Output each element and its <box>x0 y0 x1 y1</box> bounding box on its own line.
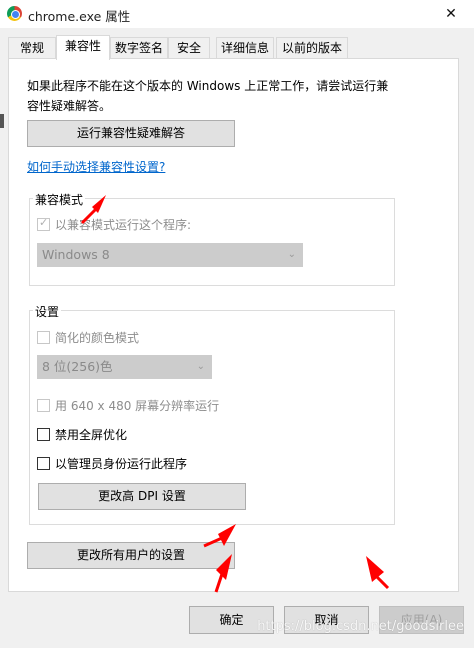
check-mark-icon: ✓ <box>39 216 49 229</box>
change-high-dpi-button[interactable]: 更改高 DPI 设置 <box>38 483 246 510</box>
manual-settings-link[interactable]: 如何手动选择兼容性设置? <box>27 158 165 175</box>
run-troubleshooter-button[interactable]: 运行兼容性疑难解答 <box>27 120 235 147</box>
annotation-arrow-icon <box>80 195 106 225</box>
res-640-label: 用 640 x 480 屏幕分辨率运行 <box>55 399 220 413</box>
intro-line-1: 如果此程序不能在这个版本的 Windows 上正常工作，请尝试运行兼 <box>27 79 389 93</box>
tab-general[interactable]: 常规 <box>8 37 56 59</box>
annotation-arrow-icon <box>366 556 390 590</box>
annotation-arrow-icon <box>214 554 232 593</box>
os-version-select[interactable]: Windows 8 ⌄ <box>37 243 303 267</box>
close-button[interactable]: ✕ <box>428 0 474 28</box>
tab-security[interactable]: 安全 <box>168 37 210 59</box>
color-mode-value: 8 位(256)色 <box>42 359 113 374</box>
tab-digital-signatures[interactable]: 数字签名 <box>110 37 168 59</box>
tab-previous-versions[interactable]: 以前的版本 <box>276 37 348 59</box>
reduced-color-checkbox[interactable] <box>37 331 50 344</box>
reduced-color-label: 简化的颜色模式 <box>55 331 140 345</box>
run-as-admin-label: 以管理员身份运行此程序 <box>55 457 188 471</box>
settings-group-label: 设置 <box>33 303 62 320</box>
window-title: chrome.exe 属性 <box>28 9 131 24</box>
chevron-down-icon: ⌄ <box>287 249 296 260</box>
background-window-edge <box>0 114 4 128</box>
color-mode-select[interactable]: 8 位(256)色 ⌄ <box>37 355 212 379</box>
annotation-arrow-icon <box>203 524 236 548</box>
tab-details[interactable]: 详细信息 <box>216 37 274 59</box>
tab-compatibility[interactable]: 兼容性 <box>56 35 110 60</box>
run-as-admin-checkbox[interactable] <box>37 457 50 470</box>
intro-line-2: 容性疑难解答。 <box>27 99 112 113</box>
res-640-checkbox[interactable] <box>37 399 50 412</box>
chevron-down-icon: ⌄ <box>196 361 205 372</box>
title-bar: chrome.exe 属性 ✕ <box>0 0 474 28</box>
compatibility-panel: 如果此程序不能在这个版本的 Windows 上正常工作，请尝试运行兼 容性疑难解… <box>8 58 459 592</box>
compat-mode-checkbox[interactable]: ✓ <box>37 216 50 231</box>
watermark: https://blog.csdn.net/goodsirlee <box>257 619 464 634</box>
disable-fullscreen-opt-label: 禁用全屏优化 <box>55 428 128 442</box>
intro-text: 如果此程序不能在这个版本的 Windows 上正常工作，请尝试运行兼 容性疑难解… <box>27 77 447 114</box>
os-version-value: Windows 8 <box>42 247 110 262</box>
chrome-app-icon <box>7 6 22 21</box>
disable-fullscreen-opt-checkbox[interactable] <box>37 428 50 441</box>
